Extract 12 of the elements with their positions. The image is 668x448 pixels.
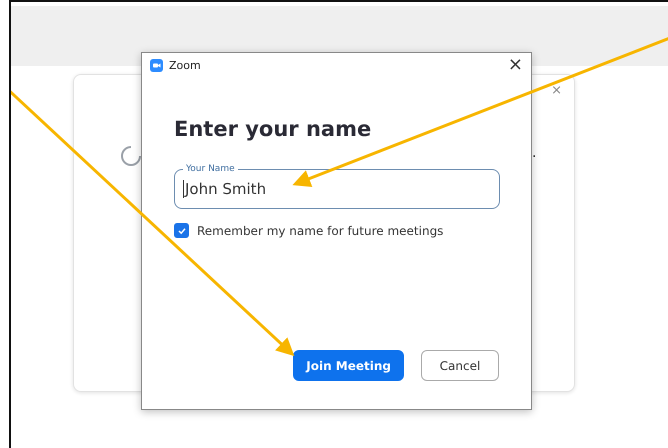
checkbox[interactable] — [174, 223, 189, 238]
checkmark-icon — [176, 226, 186, 236]
dialog-heading: Enter your name — [174, 117, 372, 141]
text-fragment: . — [532, 145, 536, 161]
close-button[interactable]: × — [551, 83, 562, 98]
cancel-button[interactable]: Cancel — [421, 350, 499, 381]
checkbox-label[interactable]: Remember my name for future meetings — [197, 224, 444, 238]
video-camera-icon — [150, 58, 163, 72]
join-button[interactable]: Join Meeting — [293, 350, 404, 381]
close-button[interactable]: × — [508, 56, 523, 74]
spinner-icon — [120, 145, 142, 167]
window-title: Zoom — [169, 58, 201, 72]
